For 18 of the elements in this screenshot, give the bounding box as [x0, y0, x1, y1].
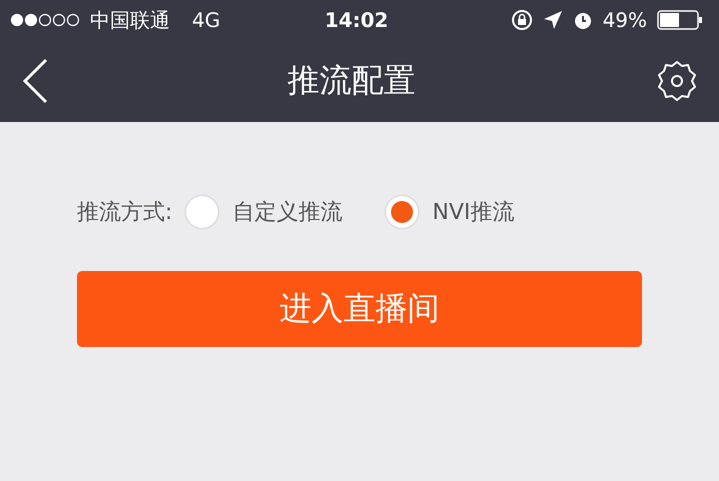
- alarm-icon: [572, 10, 593, 30]
- carrier-name: 中国联通: [90, 6, 170, 34]
- location-icon: [542, 10, 563, 30]
- battery-percent: 49%: [602, 8, 648, 32]
- enter-room-button[interactable]: 进入直播间: [77, 271, 642, 347]
- push-mode-option[interactable]: 自定义推流: [186, 196, 342, 228]
- push-mode-label: 推流方式:: [77, 199, 172, 227]
- network-type: 4G: [192, 8, 220, 32]
- push-mode-option[interactable]: NVI推流: [386, 196, 514, 228]
- battery-icon: [657, 10, 704, 30]
- signal-icon: [10, 13, 82, 27]
- status-time: 14:02: [324, 8, 388, 32]
- page-title: 推流配置: [288, 60, 416, 101]
- radio-button[interactable]: [386, 196, 418, 228]
- radio-button[interactable]: [186, 196, 218, 228]
- back-icon[interactable]: [22, 58, 48, 104]
- rotation-lock-icon: [510, 9, 533, 31]
- settings-icon[interactable]: [655, 59, 699, 103]
